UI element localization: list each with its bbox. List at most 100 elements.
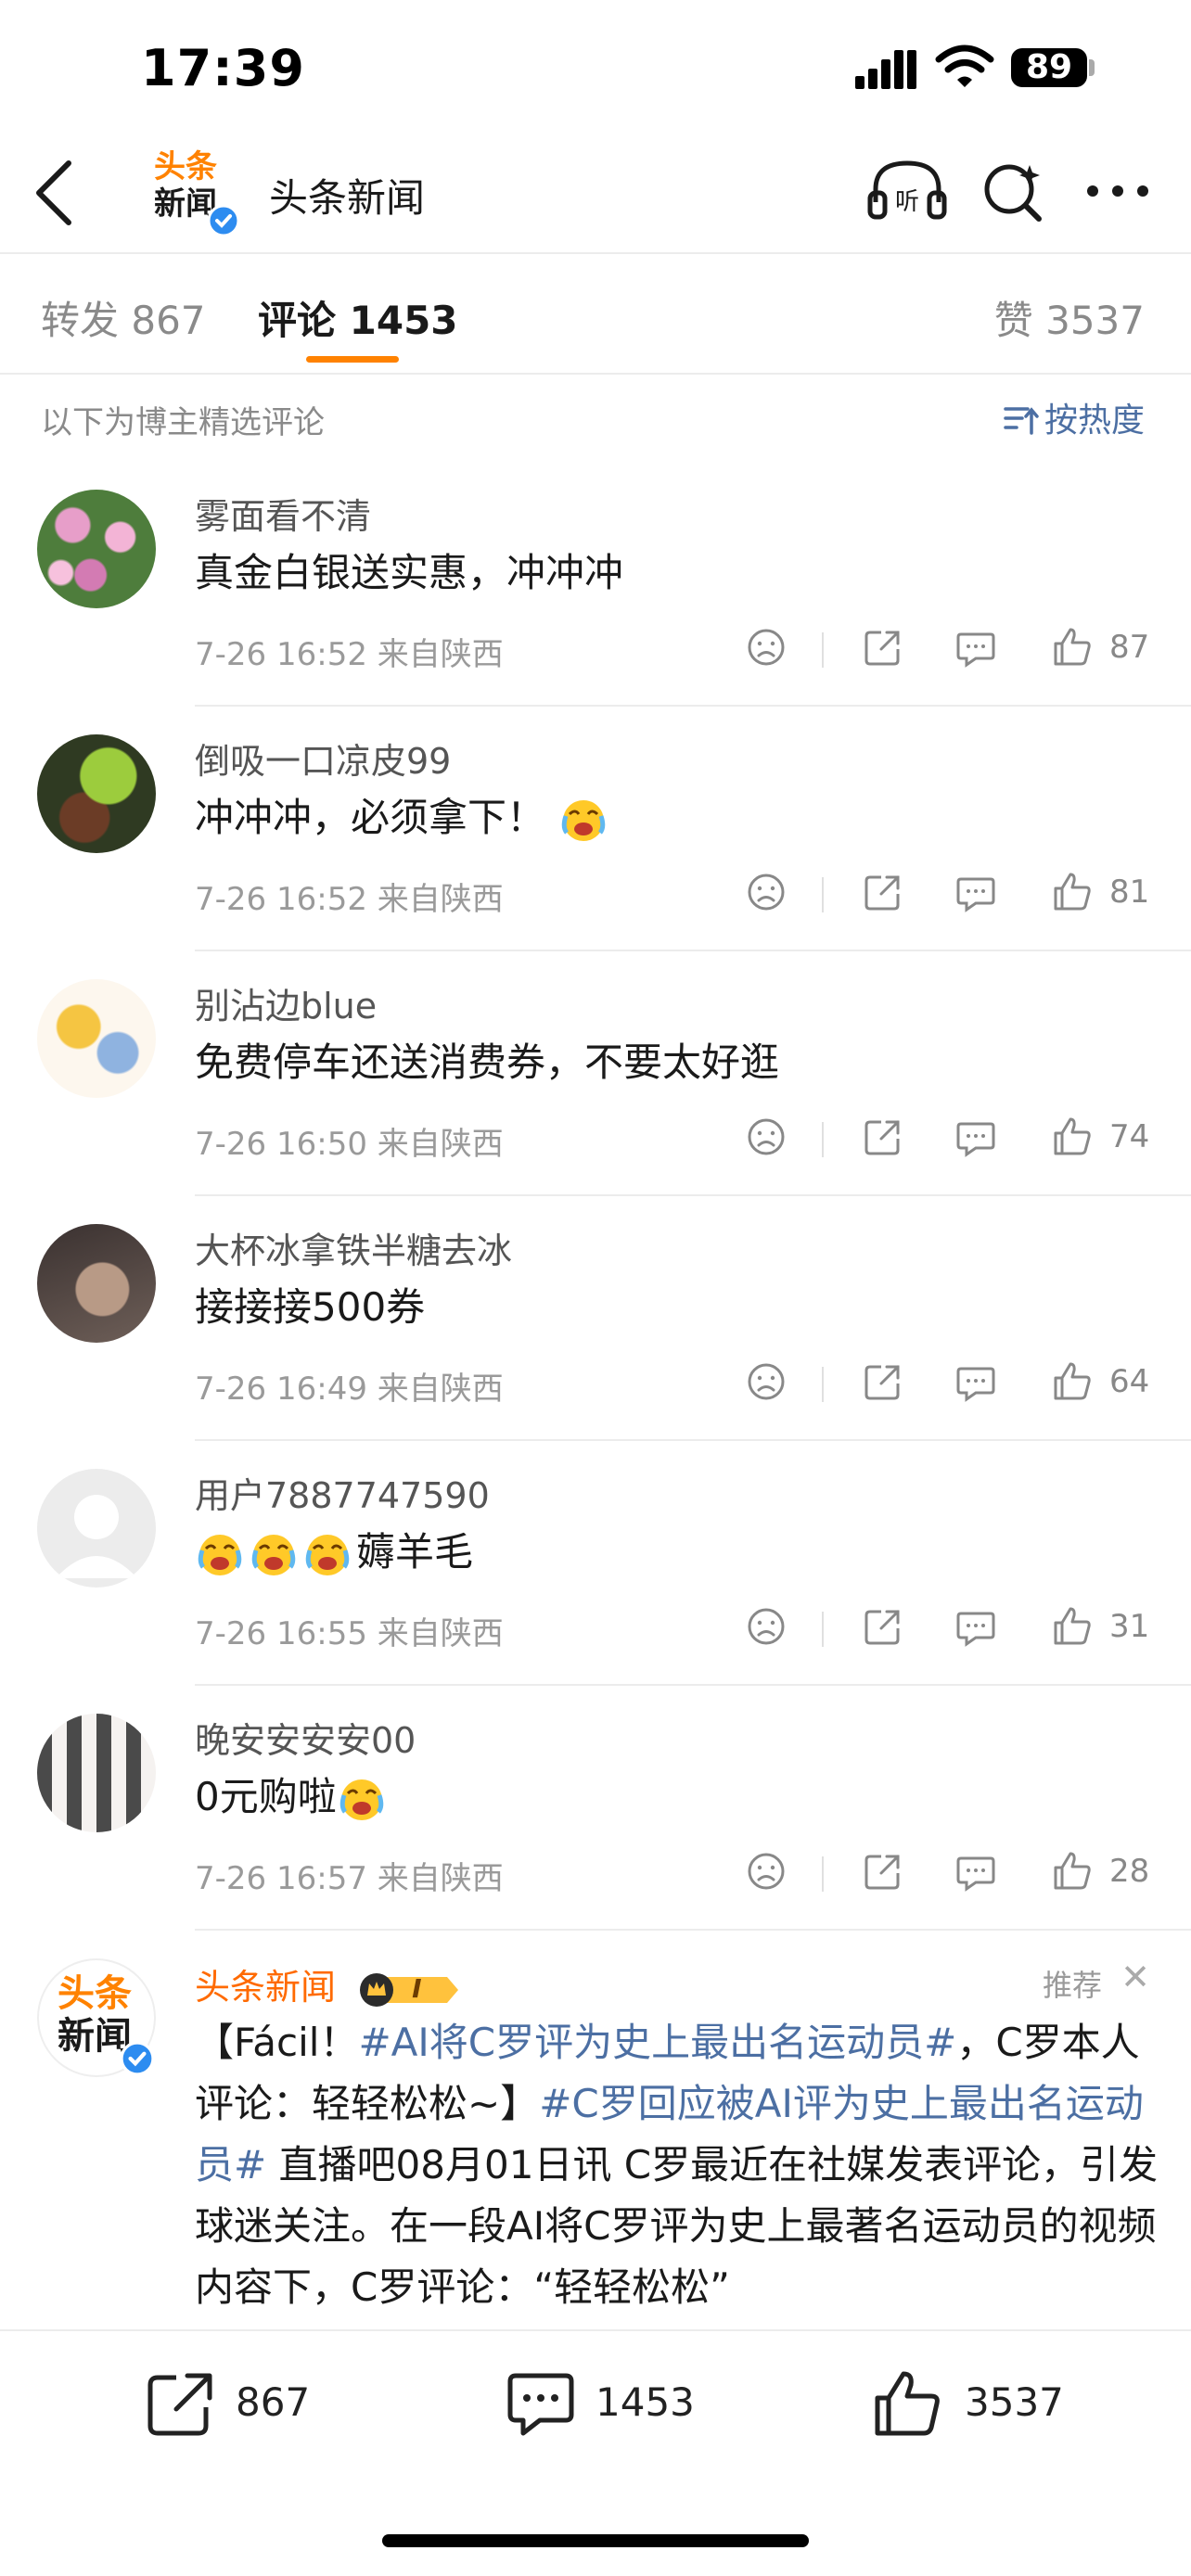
like-count: 87: [1109, 629, 1150, 666]
comment-time: 7-26 16:57: [195, 1860, 367, 1897]
share-icon[interactable]: [861, 1359, 905, 1404]
dislike-icon[interactable]: [744, 625, 788, 670]
comment-text-content: 冲冲冲，必须拿下！: [195, 795, 546, 840]
comment-location: 来自陕西: [377, 1371, 504, 1408]
comment-username[interactable]: 别沾边blue: [195, 977, 377, 1028]
comment-text: 免费停车还送消费券，不要太好逛: [195, 1039, 780, 1085]
promoted-username-text: 头条新闻: [195, 1967, 337, 2008]
cry-laugh-emoji-icon: [339, 1779, 383, 1820]
comment-username[interactable]: 晚安安安安00: [195, 1712, 416, 1763]
comment-item: 大杯冰拿铁半糖去冰 接接接500券 7-26 16:49 来自陕西 64: [0, 1196, 1191, 1441]
tab-comment[interactable]: 评论 1453: [258, 289, 458, 346]
listen-icon[interactable]: 听: [866, 156, 948, 223]
tabs-divider: [0, 373, 1191, 375]
repost-icon[interactable]: [145, 2370, 217, 2437]
comment-meta: 7-26 16:50 来自陕西: [195, 1118, 504, 1164]
like-icon[interactable]: [1050, 1604, 1095, 1649]
tab-repost[interactable]: 转发 867: [41, 289, 206, 346]
svg-text:听: 听: [895, 188, 919, 216]
reply-icon[interactable]: [954, 1849, 998, 1894]
comment-username[interactable]: 倒吸一口凉皮99: [195, 733, 451, 784]
avatar[interactable]: [37, 490, 156, 608]
avatar[interactable]: [37, 734, 156, 853]
action-divider: [822, 1122, 824, 1157]
default-avatar-icon: [56, 1495, 137, 1578]
status-time: 17:39: [141, 39, 305, 97]
comment-meta: 7-26 16:52 来自陕西: [195, 874, 504, 919]
comment-time: 7-26 16:50: [195, 1126, 367, 1163]
avatar[interactable]: [37, 979, 156, 1098]
battery-tip: [1089, 59, 1095, 76]
comment-location: 来自陕西: [377, 881, 504, 918]
like-icon[interactable]: [1050, 625, 1095, 670]
comment-divider: [195, 1929, 1191, 1931]
more-icon[interactable]: [1085, 182, 1150, 200]
comment-item: 晚安安安安00 0元购啦 7-26 16:57 来自陕西 28: [0, 1686, 1191, 1931]
reply-icon[interactable]: [954, 625, 998, 670]
comment-count[interactable]: 1453: [596, 2379, 695, 2425]
avatar[interactable]: [37, 1224, 156, 1343]
reply-icon[interactable]: [954, 1604, 998, 1649]
like-icon[interactable]: [1050, 1359, 1095, 1404]
comment-text: 接接接500券: [195, 1284, 426, 1330]
like-icon[interactable]: [1050, 1115, 1095, 1159]
comment-icon[interactable]: [505, 2370, 577, 2437]
like-count: 31: [1109, 1608, 1150, 1645]
promoted-username[interactable]: 头条新闻 I: [195, 1958, 460, 2009]
dislike-icon[interactable]: [744, 1849, 788, 1894]
like-count: 28: [1109, 1853, 1150, 1890]
like-count: 64: [1109, 1363, 1150, 1400]
comment-time: 7-26 16:49: [195, 1371, 367, 1408]
like-icon[interactable]: [1050, 1849, 1095, 1894]
like-count-total[interactable]: 3537: [965, 2379, 1064, 2425]
dislike-icon[interactable]: [744, 1115, 788, 1159]
reply-icon[interactable]: [954, 870, 998, 914]
bottom-bar-divider: [0, 2329, 1191, 2331]
brand-logo[interactable]: 头条 新闻: [147, 144, 239, 236]
comment-username[interactable]: 雾面看不清: [195, 488, 371, 539]
page-title: 头条新闻: [269, 175, 426, 221]
comment-username[interactable]: 大杯冰拿铁半糖去冰: [195, 1222, 512, 1273]
close-icon[interactable]: ✕: [1121, 1957, 1150, 1997]
vip-badge: I: [356, 1971, 460, 2009]
sort-icon: [1004, 407, 1039, 435]
dislike-icon[interactable]: [744, 1359, 788, 1404]
comment-username[interactable]: 用户7887747590: [195, 1467, 490, 1518]
tab-like[interactable]: 赞 3537: [994, 289, 1145, 346]
cry-laugh-emoji-icon: [198, 1534, 242, 1575]
like-icon[interactable]: [872, 2370, 944, 2437]
crown-badge-icon: [360, 1972, 459, 2007]
comment-location: 来自陕西: [377, 1615, 504, 1652]
cry-laugh-emoji-icon: [251, 1534, 296, 1575]
dislike-icon[interactable]: [744, 870, 788, 914]
like-icon[interactable]: [1050, 870, 1095, 914]
recommended-label: 推荐: [1042, 1968, 1102, 2003]
wifi-icon: [935, 45, 994, 87]
vip-level: I: [412, 1972, 422, 2004]
share-icon[interactable]: [861, 1849, 905, 1894]
back-icon[interactable]: [28, 158, 83, 228]
avatar[interactable]: [37, 1469, 156, 1588]
signal-icon: [855, 50, 916, 89]
share-icon[interactable]: [861, 1604, 905, 1649]
search-icon[interactable]: [981, 158, 1046, 224]
comment-meta: 7-26 16:49 来自陕西: [195, 1363, 504, 1409]
avatar[interactable]: [37, 1714, 156, 1832]
comment-meta: 7-26 16:57 来自陕西: [195, 1853, 504, 1898]
sort-button[interactable]: 按热度: [1004, 393, 1145, 441]
share-icon[interactable]: [861, 1115, 905, 1159]
reply-icon[interactable]: [954, 1359, 998, 1404]
comment-time: 7-26 16:52: [195, 881, 367, 918]
action-divider: [822, 1856, 824, 1892]
promoted-avatar[interactable]: 头条 新闻: [37, 1958, 156, 2077]
topic-link[interactable]: #AI将C罗评为史上最出名运动员#: [358, 2020, 956, 2065]
share-icon[interactable]: [861, 870, 905, 914]
reply-icon[interactable]: [954, 1115, 998, 1159]
comment-text: 冲冲冲，必须拿下！: [195, 786, 612, 846]
share-icon[interactable]: [861, 625, 905, 670]
comment-time: 7-26 16:55: [195, 1615, 367, 1652]
repost-count[interactable]: 867: [236, 2379, 310, 2425]
promoted-body: 【Fácil！#AI将C罗评为史上最出名运动员#，C罗本人评论：轻轻松松~】#C…: [195, 2012, 1159, 2318]
comment-text: 薅羊毛: [195, 1521, 473, 1580]
dislike-icon[interactable]: [744, 1604, 788, 1649]
